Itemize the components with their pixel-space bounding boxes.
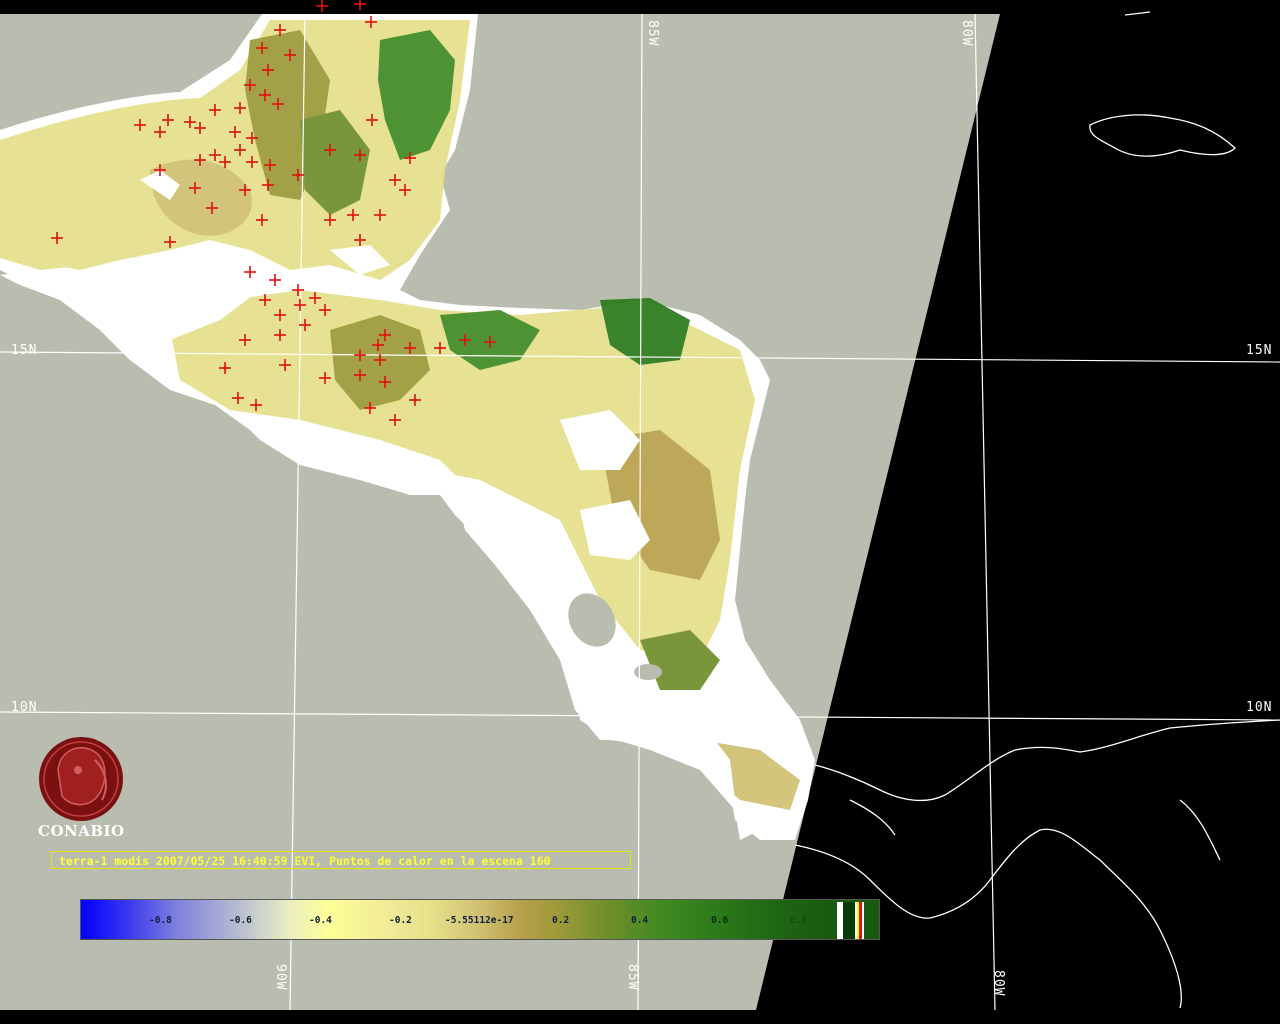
lat-label-10n-left: 10N bbox=[11, 700, 38, 715]
lon-label-85w-top: 85W bbox=[645, 20, 660, 47]
lat-label-10n-right: 10N bbox=[1246, 700, 1273, 715]
satellite-map bbox=[0, 0, 1280, 1024]
conabio-logo bbox=[39, 737, 123, 821]
colorbar-tick: 0.2 bbox=[552, 915, 570, 926]
colorbar-tick: -5.55112e-17 bbox=[445, 915, 514, 926]
colorbar-tick: -0.6 bbox=[229, 915, 252, 926]
scene-caption: terra-1 modis 2007/05/25 16:40:59 EVI, P… bbox=[51, 851, 631, 869]
logo-text: CONABIO bbox=[38, 822, 125, 840]
lat-label-15n-right: 15N bbox=[1246, 343, 1273, 358]
lon-label-85w-bottom: 85W bbox=[625, 964, 640, 991]
lake-2 bbox=[634, 664, 662, 680]
colorbar-tick: 0.8 bbox=[790, 915, 808, 926]
colorbar-tick: -0.8 bbox=[149, 915, 172, 926]
colorbar-tick: 0.4 bbox=[631, 915, 649, 926]
colorbar-tick: -0.4 bbox=[309, 915, 332, 926]
colorbar-dark-stripe bbox=[843, 902, 855, 939]
lat-label-15n-left: 15N bbox=[11, 343, 38, 358]
colorbar-white-stripe-3 bbox=[862, 902, 864, 939]
lon-label-90w-bottom: 90W bbox=[273, 964, 288, 991]
lon-label-80w-bottom: 80W bbox=[991, 970, 1006, 997]
evi-colorbar: -0.8 -0.6 -0.4 -0.2 -5.55112e-17 0.2 0.4… bbox=[80, 899, 880, 940]
colorbar-tick: 0.6 bbox=[711, 915, 729, 926]
colorbar-tick: -0.2 bbox=[389, 915, 412, 926]
lon-label-80w-top: 80W bbox=[959, 20, 974, 47]
